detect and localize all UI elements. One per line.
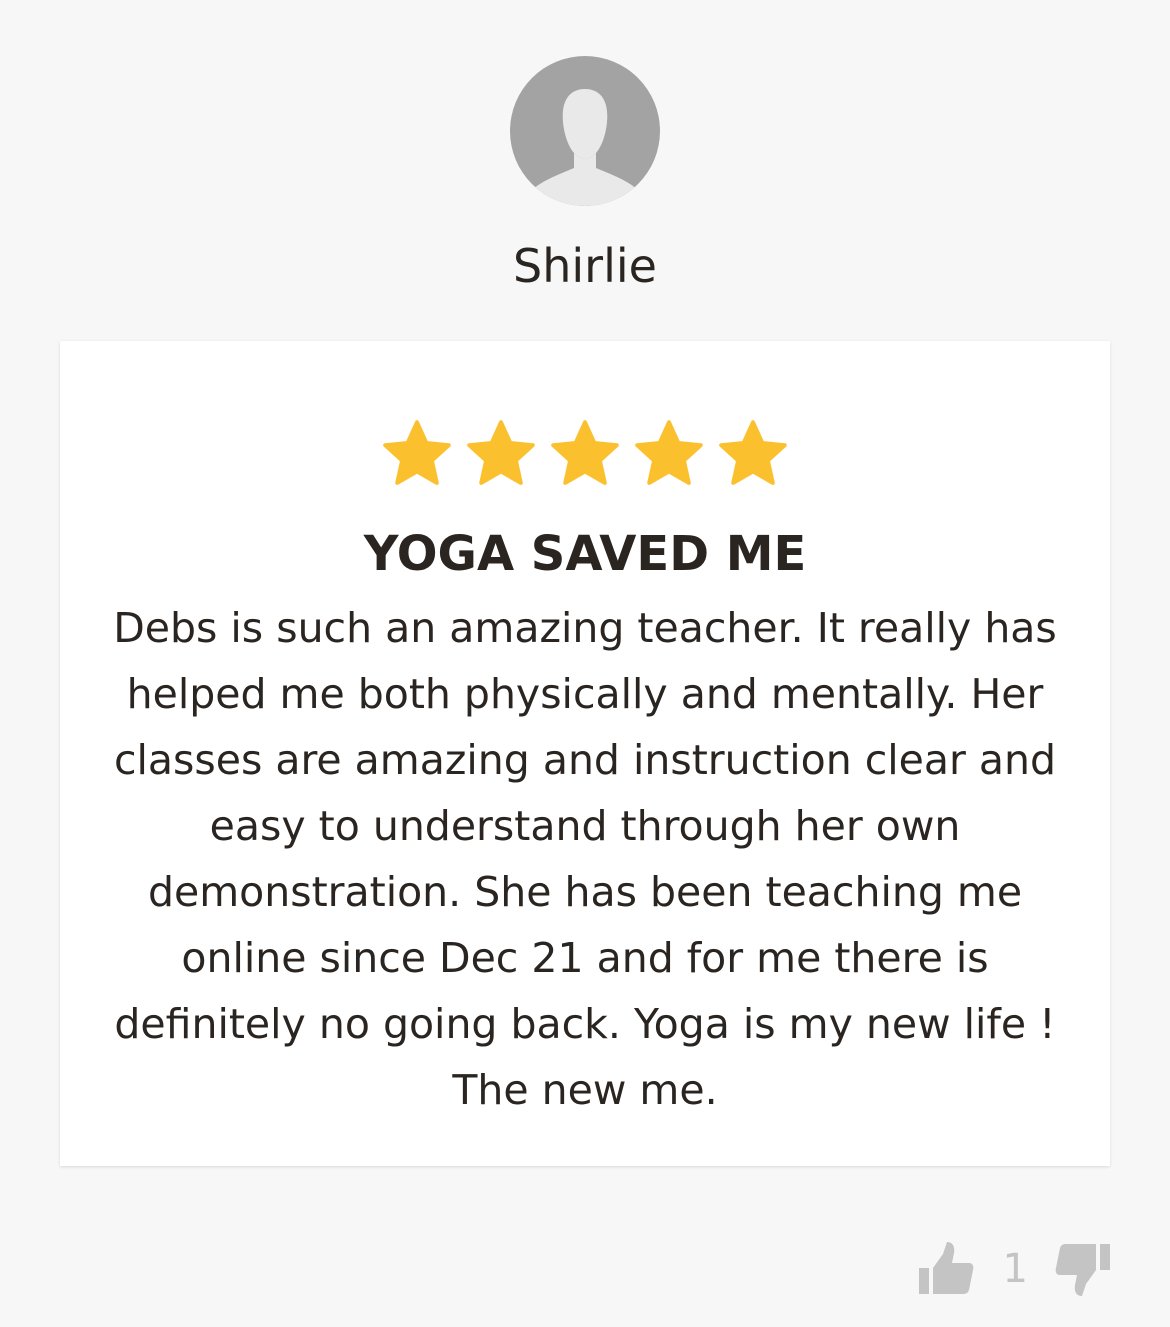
reviewer-name: Shirlie [513, 239, 657, 293]
star-icon [467, 420, 535, 485]
helpful-count: 1 [1002, 1246, 1028, 1292]
default-user-avatar-icon [532, 89, 638, 206]
vote-controls: 1 [917, 1234, 1112, 1304]
review-card: YOGA SAVED ME Debs is such an amazing te… [60, 341, 1110, 1166]
review-body: Debs is such an amazing teacher. It real… [113, 604, 1057, 1114]
avatar [510, 56, 660, 206]
star-icon [383, 420, 451, 485]
review-title: YOGA SAVED ME [363, 526, 807, 582]
thumbs-down-icon[interactable] [1054, 1238, 1112, 1300]
thumbs-up-icon[interactable] [917, 1238, 975, 1300]
star-icon [719, 420, 787, 485]
star-icon [635, 420, 703, 485]
star-rating [60, 415, 1110, 493]
star-icon [551, 420, 619, 485]
